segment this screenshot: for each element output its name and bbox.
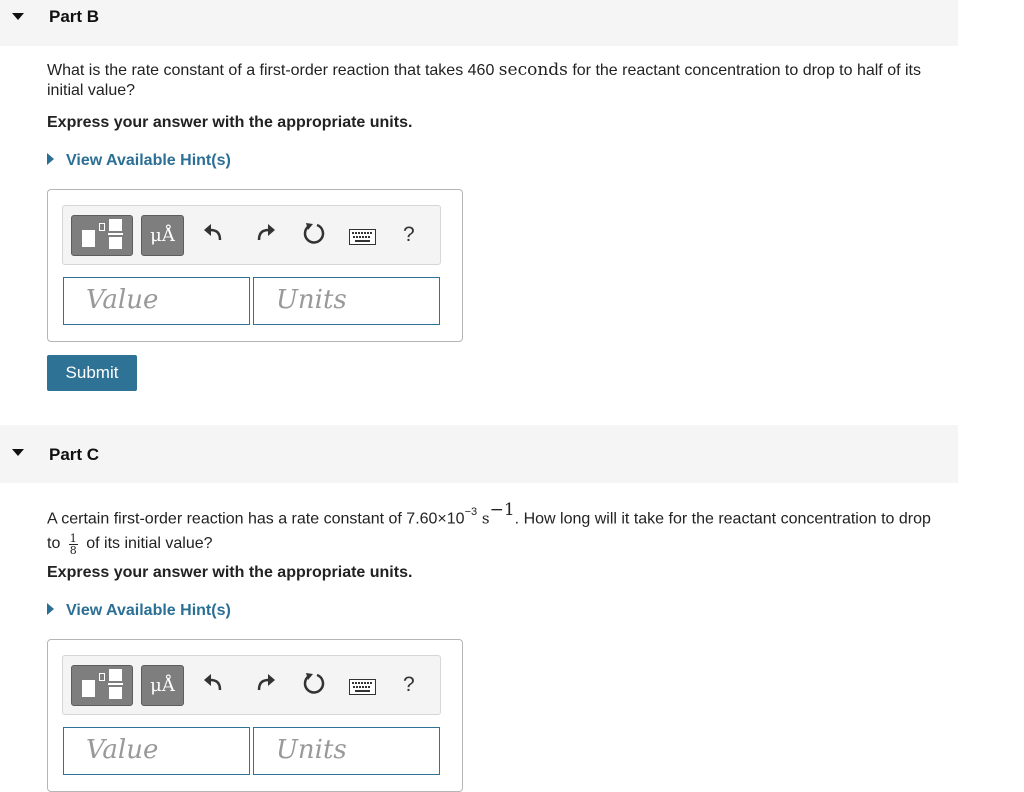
fraction-denominator: 8 [69, 543, 77, 557]
keyboard-icon[interactable] [349, 229, 376, 245]
templates-button[interactable] [71, 665, 133, 706]
part-b-answer-box: μÅ ? Value Units [47, 189, 463, 342]
question-text: of its initial value? [81, 535, 213, 553]
undo-icon[interactable] [203, 671, 225, 693]
templates-button[interactable] [71, 215, 133, 256]
question-text: A certain first-order reaction has a rat… [47, 510, 465, 528]
units-icon: μÅ [150, 675, 175, 696]
submit-button[interactable]: Submit [47, 355, 137, 391]
reset-icon[interactable] [302, 221, 326, 245]
hint-label: View Available Hint(s) [66, 152, 231, 169]
part-b-hint-link[interactable]: View Available Hint(s) [47, 152, 231, 170]
reset-icon[interactable] [302, 671, 326, 695]
math-toolbar: μÅ ? [62, 655, 441, 715]
units-button[interactable]: μÅ [141, 215, 184, 256]
value-input[interactable]: Value [63, 727, 250, 775]
units-input[interactable]: Units [253, 277, 440, 325]
units-button[interactable]: μÅ [141, 665, 184, 706]
units-input[interactable]: Units [253, 727, 440, 775]
exponent: −3 [464, 506, 478, 518]
undo-icon[interactable] [203, 221, 225, 243]
hint-label: View Available Hint(s) [66, 602, 231, 619]
keyboard-icon[interactable] [349, 679, 376, 695]
unit-exponent: −1 [489, 500, 515, 520]
part-b-header[interactable]: Part B [0, 0, 958, 46]
fraction: 18 [68, 531, 78, 557]
part-c-answer-box: μÅ ? Value Units [47, 639, 463, 792]
part-c-hint-link[interactable]: View Available Hint(s) [47, 602, 231, 620]
units-icon: μÅ [150, 225, 175, 246]
unit-s: s [481, 509, 490, 528]
value-input[interactable]: Value [63, 277, 250, 325]
part-b-title: Part B [49, 7, 100, 26]
part-c-title: Part C [49, 445, 100, 464]
question-unit: seconds [498, 60, 568, 80]
part-c-question: A certain first-order reaction has a rat… [47, 500, 947, 556]
math-toolbar: μÅ ? [62, 205, 441, 265]
part-c-header[interactable]: Part C [0, 425, 958, 483]
help-icon[interactable]: ? [403, 223, 415, 247]
question-text: What is the rate constant of a first-ord… [47, 62, 499, 79]
redo-icon[interactable] [254, 671, 276, 693]
expand-triangle-icon [47, 602, 54, 615]
part-c-instruction: Express your answer with the appropriate… [47, 564, 413, 581]
part-b-instruction: Express your answer with the appropriate… [47, 114, 413, 131]
fraction-numerator: 1 [68, 531, 78, 545]
collapse-caret-icon[interactable] [12, 13, 24, 20]
redo-icon[interactable] [254, 221, 276, 243]
part-b-question: What is the rate constant of a first-ord… [47, 60, 947, 101]
help-icon[interactable]: ? [403, 673, 415, 697]
expand-triangle-icon [47, 152, 54, 165]
collapse-caret-icon[interactable] [12, 449, 24, 456]
